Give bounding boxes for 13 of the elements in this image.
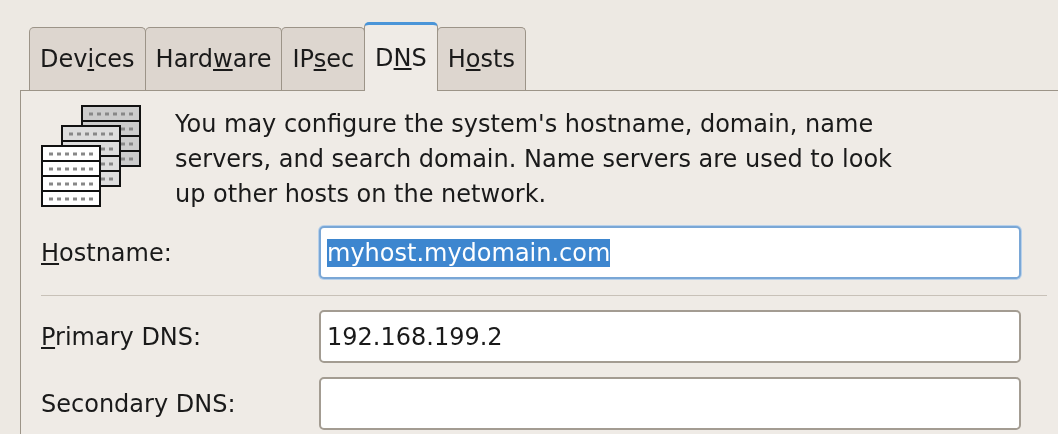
field-label: Secondary DNS: [41,389,237,418]
tab[interactable]: DNS [364,22,438,91]
description-text: You may configure the system's hostname, domain, name servers, and search domain. Name servers are used to look up other hosts on the network. [175,109,893,210]
field-label: Hostname: [41,238,173,267]
input-field[interactable] [319,377,1021,430]
input-field[interactable]: myhost.mydomain.com [319,226,1021,279]
tab[interactable]: Devices [29,27,146,90]
tab[interactable]: Hosts [436,27,526,90]
input-field[interactable]: 192.168.199.2 [319,310,1021,363]
tab[interactable]: Hardware [144,27,283,90]
field-label: Primary DNS: [41,322,203,351]
tab[interactable]: IPsec [281,27,366,90]
address-list-icon [41,103,141,209]
